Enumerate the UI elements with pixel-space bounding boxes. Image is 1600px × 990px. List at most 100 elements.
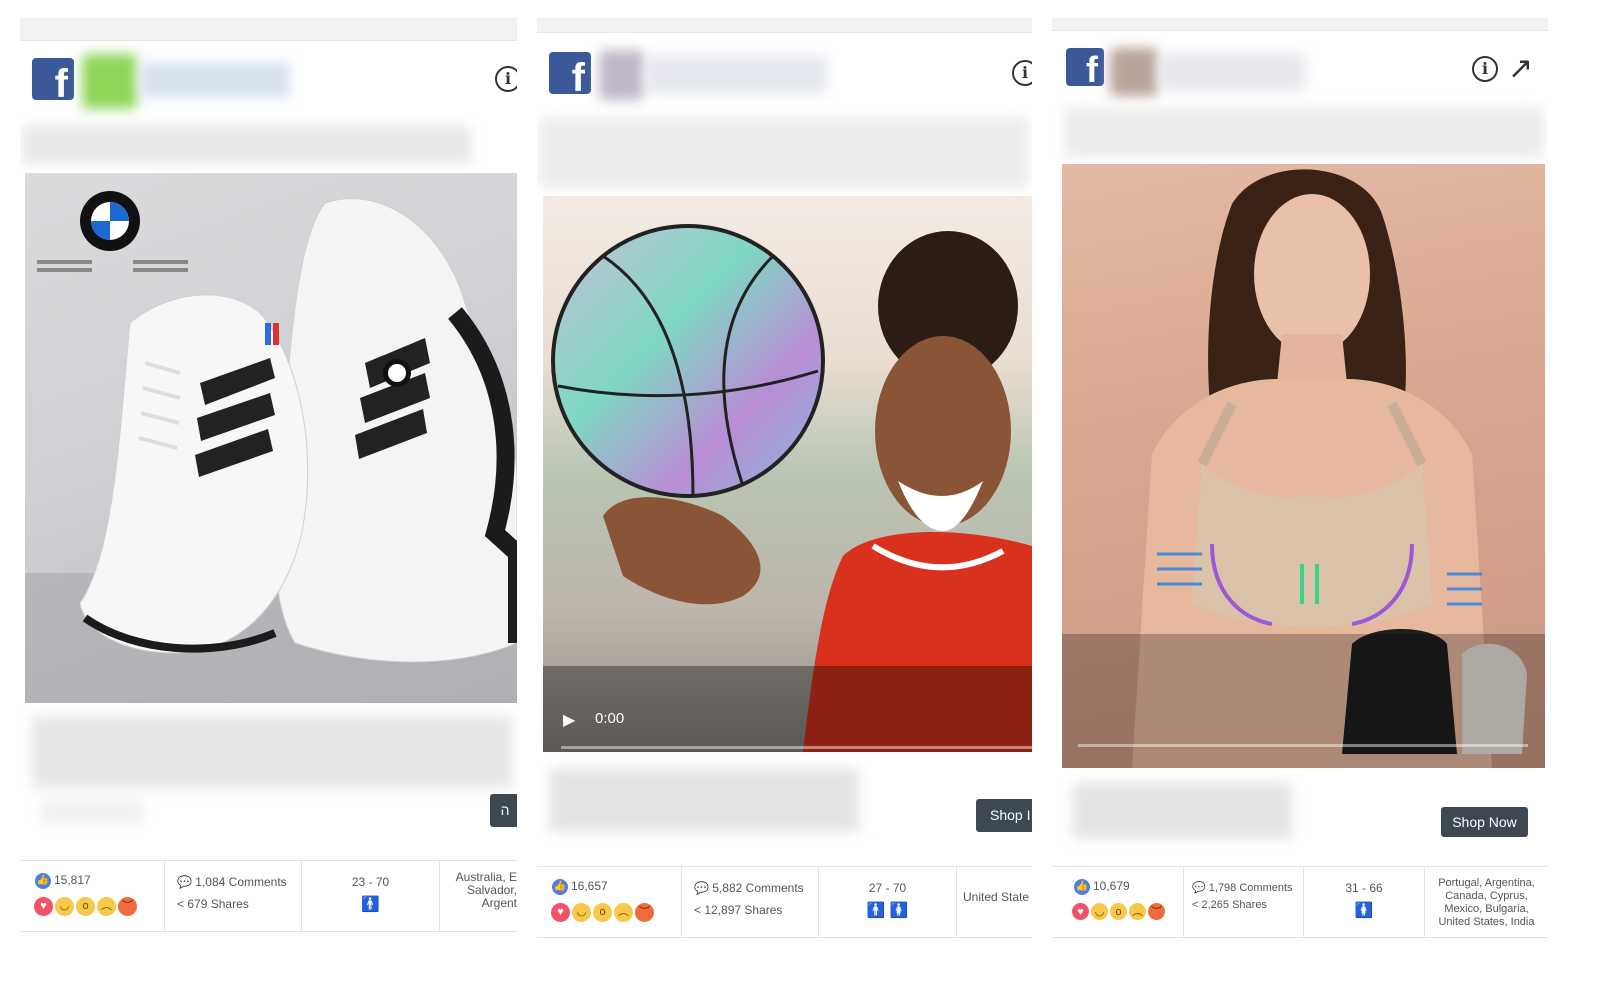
countries-cell: Portugal, Argentina, Canada, Cyprus, Mex… [1425,867,1548,937]
info-icon[interactable]: i [1472,56,1498,82]
comment-icon: 💬 [694,881,709,895]
haha-reaction-icon: ◡ [55,897,74,916]
sneakers-illustration [25,191,517,703]
ad-video[interactable]: ▶ 0:00 [543,196,1032,752]
countries-cell: United State [957,867,1032,937]
age-range: 23 - 70 [351,875,390,889]
age-range: 31 - 66 [1345,881,1383,895]
ad-text [1064,108,1544,158]
audience-age-cell: 23 - 70 🚹 [302,861,440,931]
reaction-icons: ♥ ◡ o ︵ ︶ [551,903,656,922]
reaction-icons: ♥ ◡ o ︵ ︶ [34,897,139,916]
female-icon: 🚺 [1354,902,1374,919]
cta-button[interactable]: ה [490,794,517,827]
reaction-icons: ♥ ◡ o ︵ ︶ [1072,903,1167,920]
ad-text [539,118,1029,188]
countries-list: Australia, E Salvador, Argent [455,870,517,910]
like-icon: 👍 [35,873,51,889]
video-progress-bar[interactable] [1078,744,1528,747]
page-name [1160,54,1305,90]
stats-bar: 👍 16,657 ♥ ◡ o ︵ ︶ 💬 5,882 Comments < 12,897 … [537,866,1032,938]
stats-bar: 👍 10,679 ♥ ◡ o ︵ ︶ 💬 1,798 Comments < 2,265 S… [1052,866,1548,938]
ad-card-2: f i ▶ 0:00 Shop I 👍 16,657 ♥ ◡ o ︵ ︶ 💬 5… [537,18,1032,973]
angry-reaction-icon: ︶ [1148,903,1165,920]
age-range: 27 - 70 [868,881,907,895]
page-avatar [1110,48,1158,96]
love-reaction-icon: ♥ [1072,903,1089,920]
male-icon: 🚹 [361,896,380,913]
sad-reaction-icon: ︵ [97,897,116,916]
reactions-cell: 👍 15,817 ♥ ◡ o ︵ ︶ [20,861,165,931]
external-link-icon[interactable]: ↗ [1508,54,1533,84]
ad-card-1: f i ה 👍 15,817 ♥ ◡ o ︵ ︶ 💬 1,084 Comment… [20,18,517,973]
wow-reaction-icon: o [593,903,612,922]
link-preview-title [1072,783,1292,839]
wow-reaction-icon: o [1110,903,1127,920]
play-icon[interactable]: ▶ [563,710,575,730]
audience-age-cell: 27 - 70 🚹 🚺 [819,867,957,937]
love-reaction-icon: ♥ [551,903,570,922]
countries-cell: Australia, E Salvador, Argent [440,861,517,931]
male-icon: 🚹 [866,902,886,919]
card-top-divider [20,18,517,41]
card-top-divider [537,18,1032,33]
link-preview-title [549,768,859,832]
facebook-logo-icon: f [1066,48,1104,90]
video-frame-illustration [543,224,1032,752]
comments-count: 1,798 Comments [1208,882,1293,894]
ad-text [22,126,472,164]
likes-count: 👍 16,657 [552,879,608,895]
sad-reaction-icon: ︵ [1129,903,1146,920]
link-preview-caption [42,800,142,824]
angry-reaction-icon: ︶ [635,903,654,922]
stats-bar: 👍 15,817 ♥ ◡ o ︵ ︶ 💬 1,084 Comments < 679 Sha… [20,860,517,932]
cta-button[interactable]: Shop I [976,799,1032,832]
like-icon: 👍 [552,879,568,895]
ad-card-3: f i ↗ Shop Now 👍 10,679 ♥ ◡ o ︵ ︶ 💬 1,79… [1052,18,1548,973]
female-icon: 🚺 [889,902,909,919]
shares-count: 2,265 Shares [1201,899,1267,911]
shares-count: 679 Shares [187,897,249,911]
haha-reaction-icon: ◡ [1091,903,1108,920]
wow-reaction-icon: o [76,897,95,916]
video-progress-bar[interactable] [561,746,1032,749]
card-top-divider [1052,18,1548,31]
likes-value: 15,817 [54,873,91,888]
share-icon: < [1192,899,1199,911]
share-icon: < [694,903,702,917]
info-icon[interactable]: i [1012,60,1032,86]
shares-count: 12,897 Shares [704,903,783,917]
countries-list: Portugal, Argentina, Canada, Cyprus, Mex… [1438,877,1535,928]
engagement-cell: 💬 1,084 Comments < 679 Shares [165,861,302,931]
comment-icon: 💬 [1192,882,1206,894]
page-avatar [599,50,644,100]
comments-count: 5,882 Comments [712,881,804,895]
comment-icon: 💬 [177,875,192,889]
link-preview-title [32,716,512,788]
likes-count: 👍 10,679 [1074,879,1130,895]
likes-value: 10,679 [1093,879,1130,894]
page-name [140,62,290,98]
like-icon: 👍 [1074,879,1090,895]
audience-age-cell: 31 - 66 🚺 [1304,867,1425,937]
sad-reaction-icon: ︵ [614,903,633,922]
share-icon: < [177,897,185,911]
countries-list: United State [963,890,1030,904]
engagement-cell: 💬 5,882 Comments < 12,897 Shares [682,867,819,937]
facebook-logo-icon: f [32,58,74,104]
video-time: 0:00 [595,710,625,727]
haha-reaction-icon: ◡ [572,903,591,922]
comments-count: 1,084 Comments [195,875,287,889]
love-reaction-icon: ♥ [34,897,53,916]
likes-count: 👍 15,817 [35,873,91,889]
reactions-cell: 👍 16,657 ♥ ◡ o ︵ ︶ [537,867,682,937]
page-avatar [82,54,137,109]
page-name [647,56,827,94]
reactions-cell: 👍 10,679 ♥ ◡ o ︵ ︶ [1062,867,1184,937]
ad-image-sneakers [25,173,517,703]
likes-value: 16,657 [571,879,608,894]
facebook-logo-icon: f [549,52,591,98]
ad-video[interactable] [1062,164,1545,768]
cta-button[interactable]: Shop Now [1441,807,1528,837]
info-icon[interactable]: i [495,66,517,92]
